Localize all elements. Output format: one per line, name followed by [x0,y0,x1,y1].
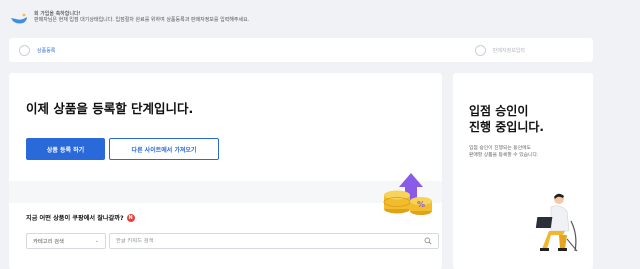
party-popper-icon [11,13,27,24]
keyword-search-box [109,233,439,249]
keyword-search-input[interactable] [116,238,424,244]
step-circle-icon [19,44,30,56]
welcome-banner: 회 가입을 축하합니다! 판매자님은 현재 입점 대기상태입니다. 입점절차 완… [0,0,640,34]
approval-title-line2: 진행 중입니다. [469,120,544,135]
step-product-registration[interactable]: 상품등록 [19,44,56,56]
coins-growth-icon: % [383,173,432,215]
trending-question-text: 지금 어떤 상품이 쿠팡에서 잘나갈까? [26,215,124,222]
approval-desc-line1: 입점 승인이 진행되는 동안에도 [469,146,531,151]
page-title: 이제 상품을 등록할 단계입니다. [26,101,194,116]
welcome-message: 판매자님은 현재 입점 대기상태입니다. 입점절차 완료를 위하여 상품등록과 … [34,17,250,23]
category-select-value: 카테고리 검색 [33,239,64,245]
registration-steps: 상품등록 판매자정보입력 [9,38,593,62]
approval-description: 입점 승인이 진행되는 동안에도 판매할 상품을 등록할 수 있습니다. [469,145,538,159]
person-with-laptop-icon [535,193,578,252]
register-product-button[interactable]: 상품 등록 하기 [26,138,105,160]
step-seller-info[interactable]: 판매자정보입력 [474,44,525,56]
svg-text:%: % [417,200,425,209]
page-scrollbar[interactable] [628,0,640,269]
search-icon[interactable] [424,237,432,245]
product-registration-card: 이제 상품을 등록할 단계입니다. 상품 등록 하기 다른 사이트에서 가져오기… [9,73,442,269]
approval-title-line1: 입점 승인이 [469,104,529,118]
category-search-select[interactable]: 카테고리 검색 ⌄ [26,233,106,249]
step-circle-icon [474,44,486,56]
import-from-other-site-button[interactable]: 다른 사이트에서 가져오기 [109,138,219,160]
chevron-down-icon: ⌄ [94,238,99,244]
approval-status-card: 입점 승인이 진행 중입니다. 입점 승인이 진행되는 동안에도 판매할 상품을… [453,73,593,269]
step-label: 판매자정보입력 [492,47,525,54]
approval-title: 입점 승인이 진행 중입니다. [469,103,544,135]
step-label: 상품등록 [37,47,56,54]
approval-desc-line2: 판매할 상품을 등록할 수 있습니다. [469,153,539,159]
trending-question: 지금 어떤 상품이 쿠팡에서 잘나갈까? N [26,213,135,222]
new-badge: N [126,213,135,222]
